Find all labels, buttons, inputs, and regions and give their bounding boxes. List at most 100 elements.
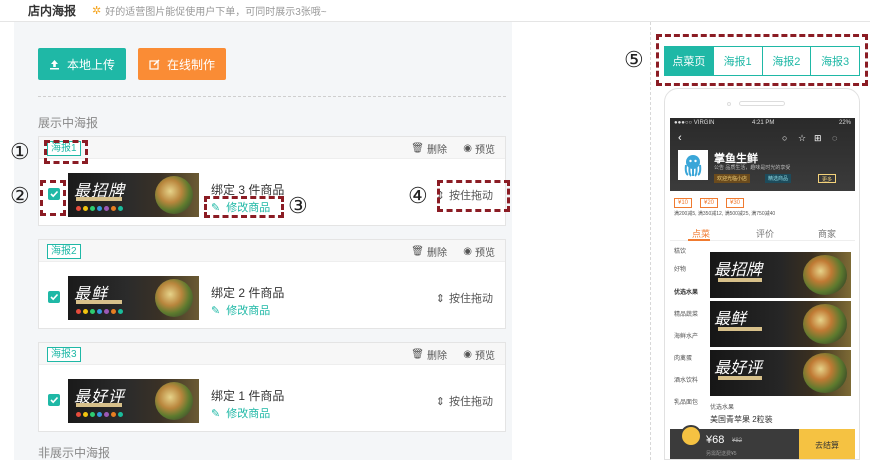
page-title: 店内海报: [28, 4, 77, 18]
phone-poster-3[interactable]: 最好评: [710, 350, 851, 396]
annotation-box-1: [44, 140, 88, 164]
shop-logo: [678, 150, 708, 180]
phone-poster-1[interactable]: 最招牌: [710, 252, 851, 298]
category-item[interactable]: 优选水果: [674, 287, 698, 296]
poster-dots: [76, 412, 123, 417]
cart-icon[interactable]: [680, 425, 702, 447]
category-item[interactable]: 酒水饮料: [674, 375, 698, 384]
show-checkbox[interactable]: [48, 291, 60, 303]
coupon[interactable]: ¥30: [726, 198, 745, 208]
lightbulb-icon: ✲: [92, 5, 102, 17]
poster-thumbnail: 最好评: [68, 379, 199, 423]
checkout-button[interactable]: 去结算: [799, 429, 855, 459]
poster-card-2: 海报2 🗑 删除 ◉ 预览 最鲜 绑定 2 件商品 ✎ 修改商品 ⇕ 按住拖动: [38, 239, 506, 329]
cart-bar: ¥68 ¥82 另需配送费¥5 去结算: [670, 425, 855, 459]
phone-poster-2[interactable]: 最鲜: [710, 301, 851, 347]
coupon[interactable]: ¥10: [674, 198, 693, 208]
tab-merchant[interactable]: 商家: [818, 227, 836, 240]
shop-nav: ‹ ○ ☆ ⊞ ◌: [670, 132, 855, 146]
show-checkbox[interactable]: [48, 394, 60, 406]
bind-count: 绑定 1 件商品: [211, 389, 285, 403]
poster-subtitle-strip: [718, 376, 762, 380]
divider: [38, 96, 506, 97]
back-icon[interactable]: ‹: [678, 132, 682, 144]
annotation-box-3: [204, 196, 284, 218]
time-text: 4:21 PM: [752, 120, 775, 126]
poster-subtitle-strip: [718, 327, 762, 331]
more-icon[interactable]: ◌: [832, 133, 837, 143]
annotation-number-2: ②: [10, 184, 30, 209]
poster-subtitle-strip: [76, 403, 122, 407]
panel-divider: [650, 22, 651, 460]
tab-poster-3[interactable]: 海报3: [810, 47, 859, 75]
poster-tag: 海报2: [47, 244, 81, 259]
category-item[interactable]: 好物: [674, 264, 686, 273]
category-item[interactable]: 糕饮: [674, 246, 686, 255]
tab-poster-2[interactable]: 海报2: [761, 47, 811, 75]
drag-handle[interactable]: ⇕ 按住拖动: [436, 393, 493, 409]
tab-reviews[interactable]: 评价: [756, 227, 774, 240]
poster-thumbnail: 最鲜: [68, 276, 199, 320]
delete-button[interactable]: 🗑 删除: [411, 244, 447, 259]
category-item: 优选水果: [710, 405, 735, 411]
delete-label: 删除: [427, 145, 447, 156]
phone-camera: [727, 102, 731, 106]
poster-dots: [76, 206, 123, 211]
edit-products-link[interactable]: ✎ 修改商品: [211, 302, 270, 318]
annotation-box-4: [437, 180, 510, 212]
poster-food-image: [803, 353, 847, 393]
tab-menu-page[interactable]: 点菜页: [665, 47, 713, 75]
battery-text: 22%: [838, 120, 851, 126]
star-icon[interactable]: ☆: [798, 133, 806, 144]
preview-button[interactable]: ◉ 预览: [463, 244, 495, 259]
search-icon[interactable]: ○: [782, 133, 787, 143]
shop-badge[interactable]: 更多: [818, 174, 837, 183]
poster-food-image: [155, 382, 193, 420]
annotation-box-2: [40, 180, 66, 216]
category-item[interactable]: 乳品面包: [674, 397, 698, 406]
upload-button[interactable]: 本地上传: [38, 48, 126, 80]
poster-card-header: 海报2 🗑 删除 ◉ 预览: [39, 240, 505, 262]
annotation-number-5: ⑤: [624, 48, 644, 73]
drag-label: 按住拖动: [449, 293, 493, 305]
preview-tabs: 点菜页 海报1 海报2 海报3: [664, 46, 860, 76]
drag-handle[interactable]: ⇕ 按住拖动: [436, 290, 493, 306]
poster-calligraphy: 最招牌: [714, 260, 763, 279]
drag-label: 按住拖动: [449, 396, 493, 408]
online-create-label: 在线制作: [166, 57, 215, 72]
preview-label: 预览: [475, 145, 495, 156]
annotation-number-3: ③: [288, 194, 308, 219]
online-create-button[interactable]: 在线制作: [138, 48, 226, 80]
header-tip: 好的适营图片能促使用户下单，可同时展示3张哦~: [105, 7, 327, 18]
delete-button[interactable]: 🗑 删除: [411, 141, 447, 156]
category-item[interactable]: 肉禽蛋: [674, 353, 692, 362]
trash-icon: 🗑: [411, 143, 424, 154]
cart-old-price: ¥82: [732, 438, 743, 444]
edit-products-link[interactable]: ✎ 修改商品: [211, 405, 270, 421]
product-title[interactable]: 美国青苹果 2粒装: [710, 414, 773, 425]
delete-button[interactable]: 🗑 删除: [411, 347, 447, 362]
share-icon[interactable]: ⊞: [814, 133, 822, 144]
category-item[interactable]: 精品蔬菜: [674, 309, 698, 318]
category-item[interactable]: 海鲜水产: [674, 331, 698, 340]
poster-tag: 海报3: [47, 347, 81, 362]
poster-food-image: [803, 304, 847, 344]
poster-food-image: [803, 255, 847, 295]
poster-thumbnail: 最招牌: [68, 173, 199, 217]
promo-text: 满200减5, 满350减12, 满500减25, 满750减40: [674, 211, 776, 217]
eye-icon: ◉: [463, 349, 472, 360]
preview-button[interactable]: ◉ 预览: [463, 347, 495, 362]
drag-icon: ⇕: [435, 292, 445, 305]
preview-label: 预览: [475, 248, 495, 259]
poster-food-image: [155, 279, 193, 317]
poster-card-header: 海报1 🗑 删除 ◉ 预览: [39, 137, 505, 159]
phone-speaker: [739, 101, 785, 106]
preview-button[interactable]: ◉ 预览: [463, 141, 495, 156]
tab-poster-1[interactable]: 海报1: [712, 47, 762, 75]
check-icon: [50, 293, 59, 301]
delete-label: 删除: [427, 351, 447, 362]
trash-icon: 🗑: [411, 349, 424, 360]
phone-preview: ●●●○○ VIRGIN 4:21 PM 22% ‹ ○ ☆ ⊞ ◌ 掌鱼生鲜 …: [664, 88, 860, 460]
coupon[interactable]: ¥20: [700, 198, 719, 208]
cart-price: ¥68: [706, 434, 725, 446]
